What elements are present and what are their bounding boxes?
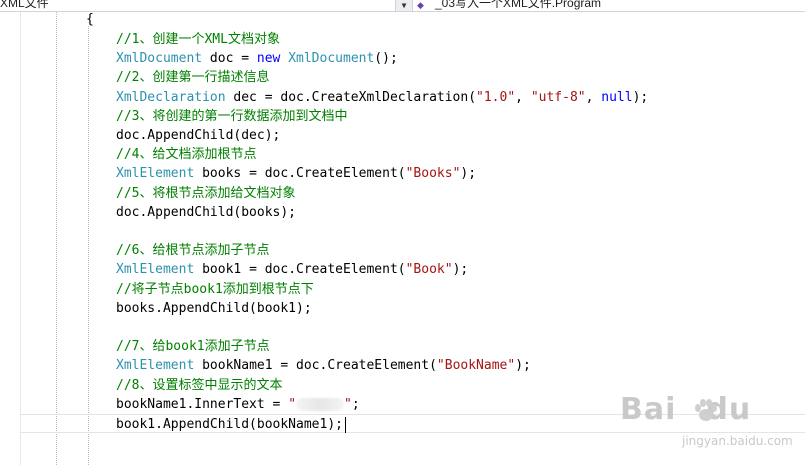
- code-token: XmlDocument: [288, 51, 375, 67]
- type-dropdown-label: _03写入一个XML文件.Program: [435, 0, 602, 10]
- code-line: books.AppendChild(book1);: [116, 299, 312, 318]
- code-token: XmlElement: [116, 166, 195, 182]
- code-token: //将子节点book1添加到根节点下: [116, 281, 314, 297]
- type-dropdown[interactable]: ◆ _03写入一个XML文件.Program: [412, 0, 805, 11]
- code-token: ": [288, 396, 297, 412]
- code-token: ,: [515, 89, 531, 105]
- code-token: "utf-8": [530, 89, 586, 105]
- code-token: //6、给根节点添加子节点: [116, 243, 270, 259]
- code-token: books = doc.CreateElement(: [194, 166, 406, 182]
- code-token: //2、创建第一行描述信息: [116, 70, 270, 86]
- code-token: book1 = doc.CreateElement(: [194, 262, 406, 278]
- code-line: XmlDocument doc = new XmlDocument();: [116, 49, 398, 68]
- code-token: //4、给文档添加根节点: [116, 147, 257, 163]
- code-line: //5、将根节点添加给文档对象: [116, 184, 295, 203]
- code-line: XmlElement books = doc.CreateElement("Bo…: [116, 164, 476, 183]
- code-token: books.AppendChild(book1);: [116, 300, 312, 316]
- code-token: "Books": [405, 166, 461, 182]
- code-token: "BookName": [436, 358, 516, 374]
- code-token: "1.0": [476, 89, 516, 105]
- code-token: bookName1.InnerText =: [116, 396, 289, 412]
- code-token: //8、设置标签中显示的文本: [116, 377, 283, 393]
- code-line: //7、给book1添加子节点: [116, 337, 270, 356]
- code-token: new: [256, 51, 281, 67]
- watermark-logo: Bai du: [620, 392, 752, 427]
- code-token: XmlElement: [116, 262, 195, 278]
- code-line: //3、将创建的第一行数据添加到文档中: [116, 107, 347, 126]
- code-token: XmlDocument: [116, 51, 203, 67]
- watermark: Bai du jingyan.baidu.com: [620, 392, 800, 458]
- code-line: //2、创建第一行描述信息: [116, 68, 269, 87]
- code-brace: {: [86, 12, 94, 27]
- code-token: );: [515, 358, 531, 374]
- code-token: );: [452, 262, 469, 278]
- code-token: doc.AppendChild(dec);: [116, 128, 281, 143]
- paw-icon: [695, 399, 717, 421]
- code-line: //8、设置标签中显示的文本: [116, 376, 282, 395]
- code-token: null: [601, 89, 633, 105]
- redacted-text: [296, 397, 345, 411]
- code-token: ": [344, 396, 352, 412]
- editor-gutter: [0, 12, 21, 465]
- code-token: dec = doc.CreateXmlDeclaration(: [225, 89, 477, 105]
- code-token: //5、将根节点添加给文档对象: [116, 185, 296, 201]
- code-token: "Book": [405, 262, 453, 278]
- navigation-bar: XML文件 ▼ ◆ _03写入一个XML文件.Program: [0, 0, 805, 12]
- code-token: doc =: [202, 51, 257, 67]
- code-line: XmlDeclaration dec = doc.CreateXmlDeclar…: [116, 88, 648, 107]
- project-dropdown-label: XML文件: [0, 0, 49, 10]
- indent-guide: [88, 26, 89, 465]
- project-dropdown[interactable]: XML文件: [0, 0, 396, 11]
- code-token: doc.AppendChild(books);: [116, 204, 297, 220]
- code-line: doc.AppendChild(dec);: [116, 126, 280, 145]
- chevron-down-icon[interactable]: ▼: [398, 0, 410, 11]
- code-line: //将子节点book1添加到根节点下: [116, 280, 314, 299]
- code-token: );: [460, 166, 477, 182]
- code-line: //6、给根节点添加子节点: [116, 241, 269, 260]
- code-token: XmlElement: [116, 358, 195, 374]
- code-token: XmlDeclaration: [116, 89, 226, 105]
- code-token: //7、给book1添加子节点: [116, 339, 270, 355]
- code-line: XmlElement bookName1 = doc.CreateElement…: [116, 356, 531, 375]
- code-line: doc.AppendChild(books);: [116, 203, 296, 222]
- indent-guide: [56, 12, 57, 465]
- code-token: bookName1 = doc.CreateElement(: [194, 358, 437, 374]
- code-token: book1.AppendChild(bookName1);: [116, 417, 343, 432]
- code-token: ();: [374, 51, 398, 67]
- code-line: //1、创建一个XML文档对象: [116, 30, 280, 49]
- code-line: //4、给文档添加根节点: [116, 145, 256, 164]
- code-token: ;: [351, 396, 360, 412]
- code-token: //3、将创建的第一行数据添加到文档中: [116, 108, 348, 124]
- code-token: //1、创建一个XML文档对象: [116, 32, 280, 47]
- code-token: );: [632, 89, 649, 105]
- text-caret: [344, 416, 346, 433]
- class-icon: ◆: [417, 1, 424, 11]
- code-line: bookName1.InnerText = " ";: [116, 395, 360, 414]
- code-token: ,: [585, 89, 602, 105]
- code-line: XmlElement book1 = doc.CreateElement("Bo…: [116, 260, 468, 279]
- watermark-url: jingyan.baidu.com: [682, 434, 793, 448]
